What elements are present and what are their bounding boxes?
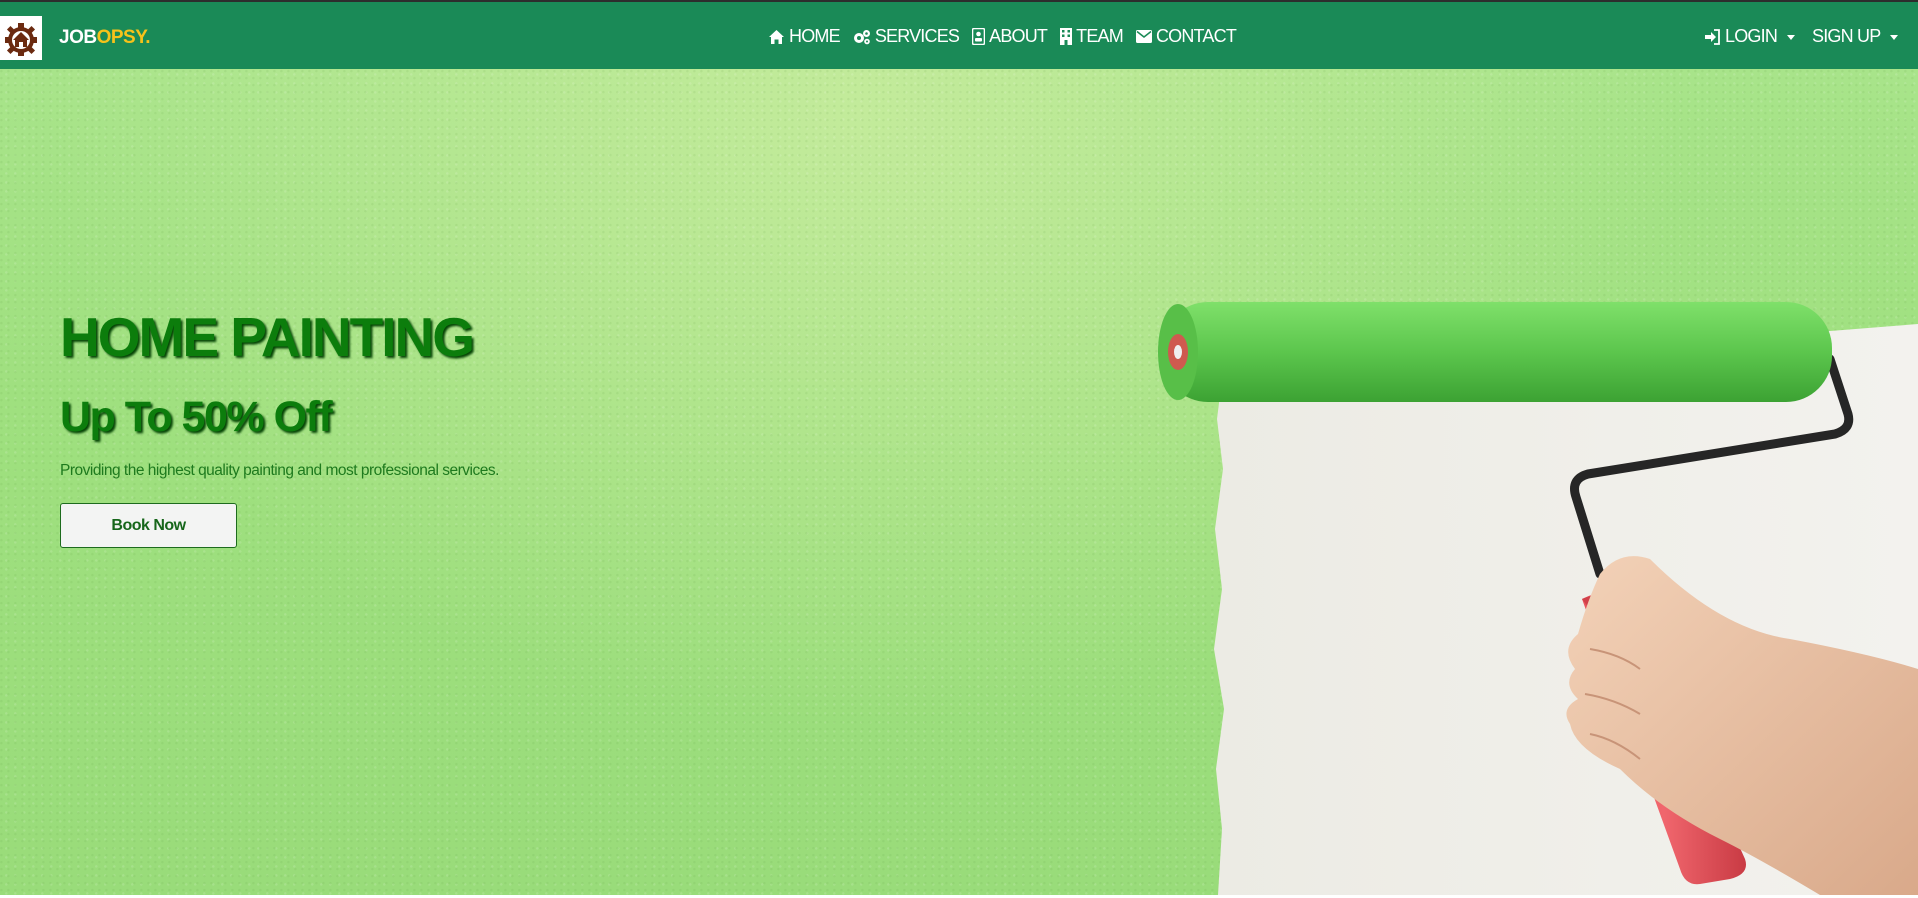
envelope-icon xyxy=(1135,30,1152,43)
home-icon xyxy=(768,29,785,45)
paint-roller-image xyxy=(1158,302,1918,895)
book-now-button[interactable]: Book Now xyxy=(60,503,237,548)
hero-title: HOME PAINTING xyxy=(60,306,475,368)
sign-in-icon xyxy=(1704,28,1721,45)
nav-team-label: TEAM xyxy=(1076,26,1124,46)
house-gear-logo-icon xyxy=(0,16,42,60)
cogs-icon xyxy=(853,29,871,45)
login-dropdown[interactable]: LOGIN xyxy=(1704,26,1796,47)
nav-about[interactable]: ABOUT xyxy=(972,26,1048,47)
nav-team[interactable]: TEAM xyxy=(1060,26,1124,47)
chevron-down-icon xyxy=(1890,34,1899,40)
brand-name: JOBOPSY. xyxy=(59,27,151,49)
nav-contact-label: CONTACT xyxy=(1155,26,1237,46)
nav-about-label: ABOUT xyxy=(989,26,1048,46)
hero-subtitle: Up To 50% Off xyxy=(60,393,333,441)
building-icon xyxy=(1060,28,1073,45)
login-label: LOGIN xyxy=(1725,26,1778,46)
brand[interactable]: JOBOPSY. xyxy=(0,15,151,61)
brand-name-part-a: JOB xyxy=(59,27,97,48)
nav-services-label: SERVICES xyxy=(874,26,960,46)
address-card-icon xyxy=(972,28,986,45)
main-nav: HOME SERVICES ABOUT TEAM CONTACT xyxy=(768,2,1237,71)
nav-home-label: HOME xyxy=(789,26,841,46)
chevron-down-icon xyxy=(1787,34,1796,40)
signup-label: SIGN UP xyxy=(1812,26,1881,46)
top-navbar: JOBOPSY. HOME SERVICES ABOUT TEAM CONTAC… xyxy=(0,0,1918,69)
hero-description: Providing the highest quality painting a… xyxy=(60,462,499,479)
signup-dropdown[interactable]: SIGN UP xyxy=(1812,26,1899,47)
nav-services[interactable]: SERVICES xyxy=(853,26,960,47)
brand-name-part-b: OPSY. xyxy=(96,27,151,48)
account-nav: LOGIN SIGN UP xyxy=(1704,2,1899,71)
hero-banner: HOME PAINTING Up To 50% Off Providing th… xyxy=(0,69,1918,895)
nav-home[interactable]: HOME xyxy=(768,26,841,47)
nav-contact[interactable]: CONTACT xyxy=(1135,26,1237,47)
